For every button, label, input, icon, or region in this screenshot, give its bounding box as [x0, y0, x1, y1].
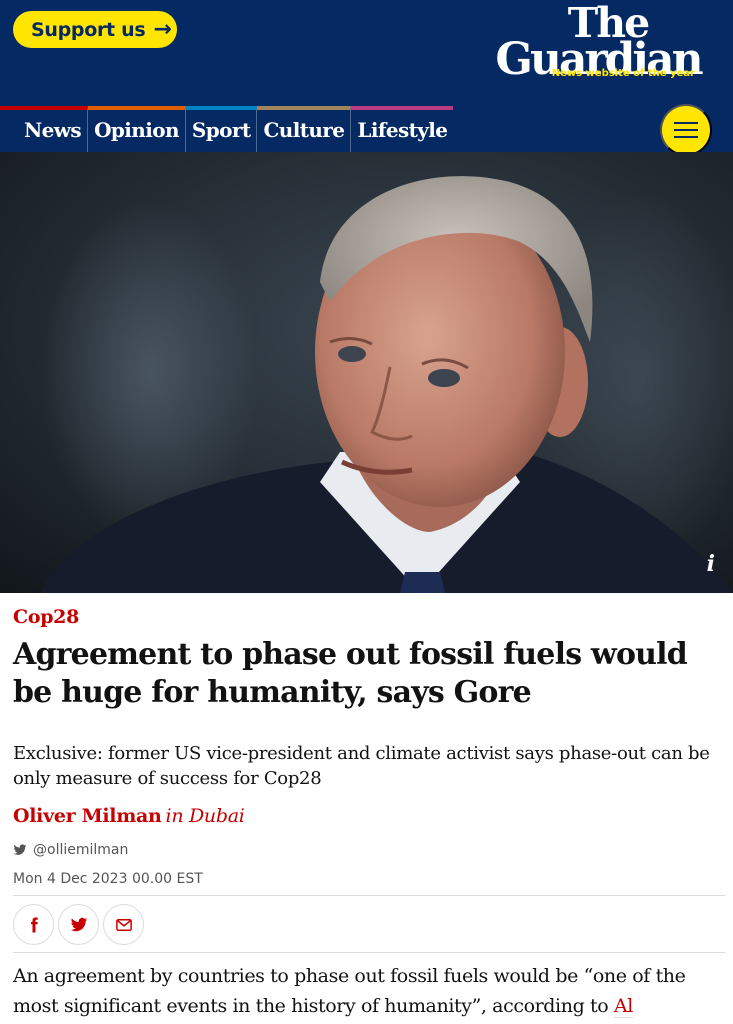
hamburger-menu-icon[interactable]	[660, 104, 712, 156]
author-link[interactable]: Oliver Milman	[13, 805, 162, 827]
body-text: An agreement by countries to phase out f…	[13, 965, 686, 1017]
image-info-icon[interactable]: i	[707, 551, 715, 577]
email-icon	[115, 918, 132, 931]
logo-tagline: News website of the year	[551, 68, 695, 79]
hero-image: i	[0, 152, 733, 593]
share-twitter-button[interactable]	[58, 904, 99, 945]
portrait-photo	[0, 152, 733, 593]
share-facebook-button[interactable]	[13, 904, 54, 945]
publish-date: Mon 4 Dec 2023 00.00 EST	[13, 871, 203, 887]
nav-item-lifestyle[interactable]: Lifestyle	[351, 106, 454, 152]
body-link-al-gore[interactable]: Al	[613, 995, 633, 1018]
share-email-button[interactable]	[103, 904, 144, 945]
support-us-label: Support us	[31, 18, 146, 41]
article-body-paragraph: An agreement by countries to phase out f…	[13, 961, 725, 1021]
nav-item-news[interactable]: News	[0, 106, 89, 152]
support-us-button[interactable]: Support us →	[13, 11, 177, 48]
divider	[13, 895, 725, 896]
pillar-nav: News Opinion Sport Culture Lifestyle	[0, 106, 454, 152]
masthead: Support us → The Guardian News website o…	[0, 0, 733, 156]
nav-item-culture[interactable]: Culture	[257, 106, 352, 152]
arrow-right-icon: →	[153, 16, 172, 42]
nav-item-sport[interactable]: Sport	[185, 106, 258, 152]
twitter-icon	[13, 844, 27, 855]
share-buttons	[13, 904, 144, 945]
byline: Oliver Milman in Dubai	[13, 805, 245, 827]
article-standfirst: Exclusive: former US vice-president and …	[13, 743, 710, 789]
divider	[13, 952, 725, 953]
section-kicker[interactable]: Cop28	[13, 606, 79, 628]
guardian-logo[interactable]: The Guardian News website of the year	[493, 3, 703, 84]
article-headline: Agreement to phase out fossil fuels woul…	[13, 637, 688, 710]
facebook-icon	[30, 917, 38, 932]
nav-item-opinion[interactable]: Opinion	[88, 106, 186, 152]
author-twitter-link[interactable]: @olliemilman	[13, 842, 128, 858]
twitter-icon	[70, 917, 87, 931]
byline-location: in Dubai	[165, 805, 245, 827]
twitter-handle: @olliemilman	[33, 842, 129, 858]
